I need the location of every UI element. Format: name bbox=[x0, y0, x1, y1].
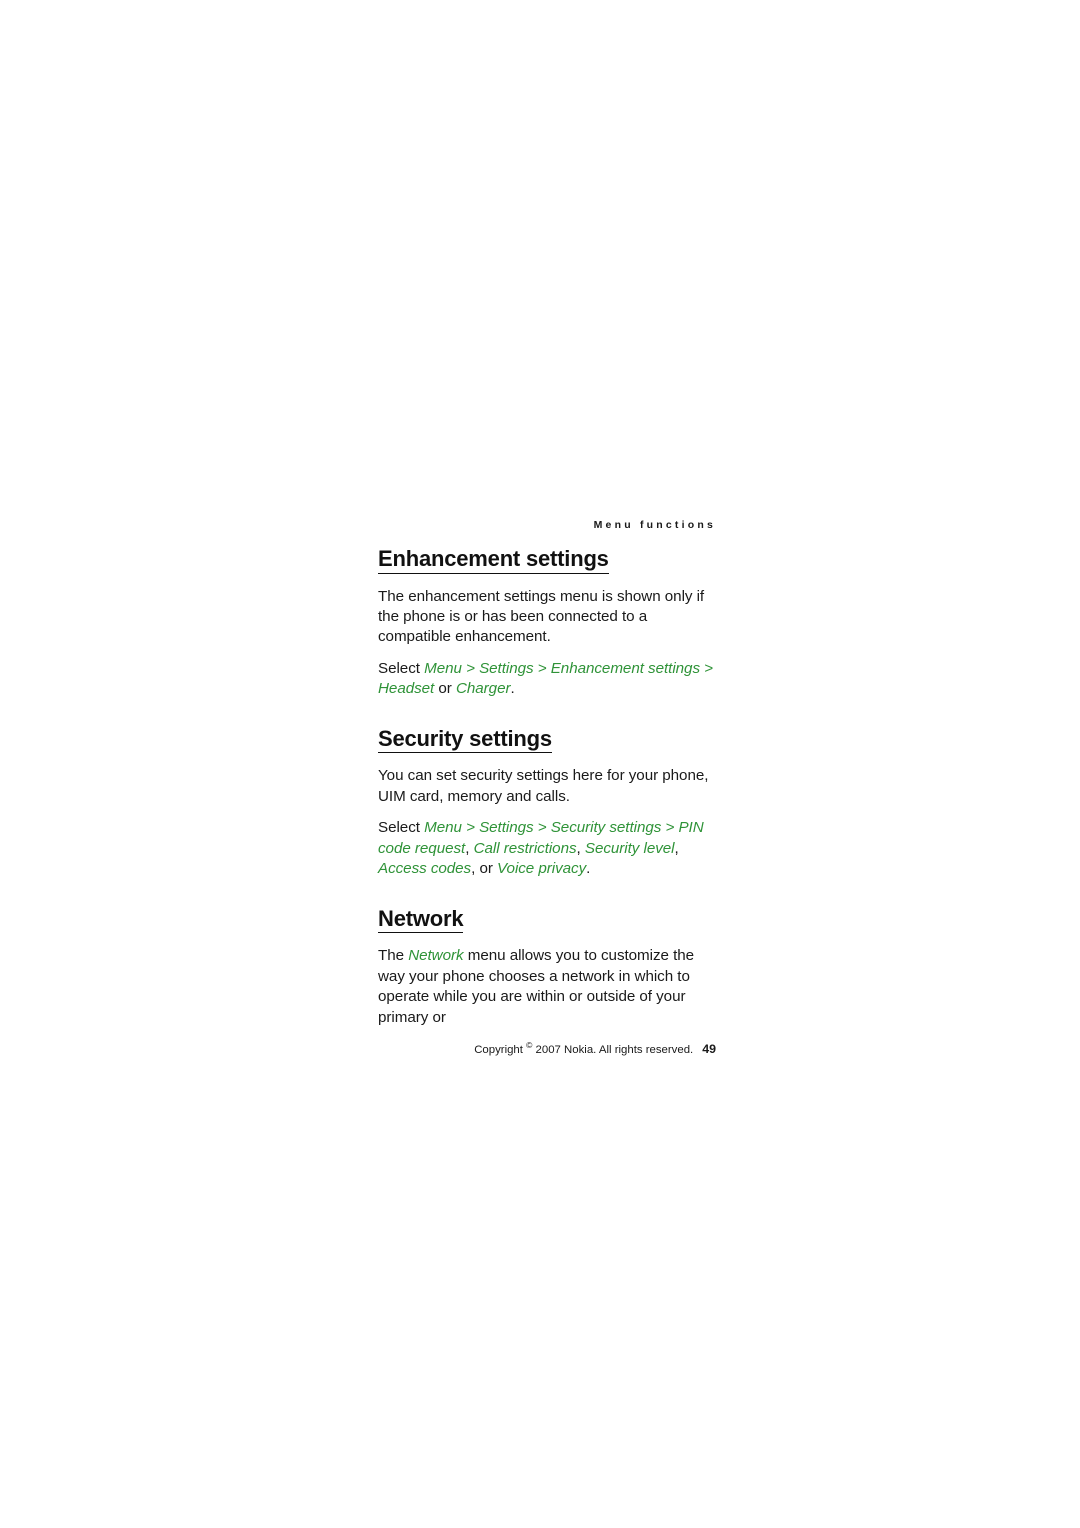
paragraph-security-settings: You can set security settings here for y… bbox=[378, 767, 709, 805]
copyright-prefix: Copyright bbox=[474, 1043, 523, 1056]
path-security-settings: Security settings bbox=[550, 819, 662, 837]
path-conjunction: or bbox=[438, 680, 452, 698]
paragraph-lead: The bbox=[378, 947, 405, 965]
term-network: Network bbox=[408, 947, 464, 965]
section-heading-network: Network bbox=[378, 906, 464, 934]
select-lead: Select bbox=[378, 819, 420, 837]
path-separator: > bbox=[665, 819, 675, 837]
path-settings: Settings bbox=[479, 819, 534, 837]
copyright-text: 2007 Nokia. All rights reserved. bbox=[535, 1043, 694, 1056]
path-separator: > bbox=[704, 659, 713, 677]
section-heading-network-wrap: Network bbox=[378, 906, 718, 941]
path-separator: > bbox=[537, 659, 547, 677]
section-heading-security-settings: Security settings bbox=[378, 726, 552, 754]
path-period: . bbox=[510, 680, 515, 698]
select-path-enhancement-settings: Select Menu > Settings > Enhancement set… bbox=[378, 659, 718, 700]
paragraph-enhancement-settings: The enhancement settings menu is shown o… bbox=[378, 587, 705, 646]
path-comma: , bbox=[471, 860, 476, 878]
running-head: Menu functions bbox=[593, 519, 716, 531]
section-heading-enhancement-settings-wrap: Enhancement settings bbox=[378, 546, 718, 581]
path-comma: , bbox=[465, 839, 470, 857]
document-page: Menu functions Enhancement settings The … bbox=[378, 519, 718, 1058]
path-separator: > bbox=[466, 659, 475, 677]
paragraph-network: The Network menu allows you to customize… bbox=[378, 946, 718, 1028]
copyright-symbol-icon: © bbox=[526, 1040, 533, 1051]
page-number: 49 bbox=[702, 1041, 716, 1056]
path-charger: Charger bbox=[455, 680, 511, 698]
path-settings: Settings bbox=[479, 659, 534, 677]
path-call-restrictions: Call restrictions bbox=[473, 839, 577, 857]
section-heading-security-settings-wrap: Security settings bbox=[378, 726, 718, 761]
path-comma: , bbox=[674, 839, 679, 857]
path-conjunction: or bbox=[479, 860, 493, 878]
path-menu: Menu bbox=[424, 819, 462, 837]
path-period: . bbox=[586, 860, 591, 878]
page-footer: Copyright © 2007 Nokia. All rights reser… bbox=[378, 1040, 718, 1057]
section-heading-enhancement-settings: Enhancement settings bbox=[378, 546, 609, 574]
path-enhancement-settings: Enhancement settings bbox=[550, 659, 700, 677]
path-security-level: Security level bbox=[584, 839, 675, 857]
path-voice-privacy: Voice privacy bbox=[497, 860, 587, 878]
select-lead: Select bbox=[378, 659, 420, 677]
path-menu: Menu bbox=[424, 659, 462, 677]
path-access-codes: Access codes bbox=[378, 860, 472, 878]
path-comma: , bbox=[576, 839, 581, 857]
path-separator: > bbox=[466, 819, 475, 837]
path-separator: > bbox=[537, 819, 547, 837]
select-path-security-settings: Select Menu > Settings > Security settin… bbox=[378, 818, 718, 879]
path-headset: Headset bbox=[378, 680, 435, 698]
